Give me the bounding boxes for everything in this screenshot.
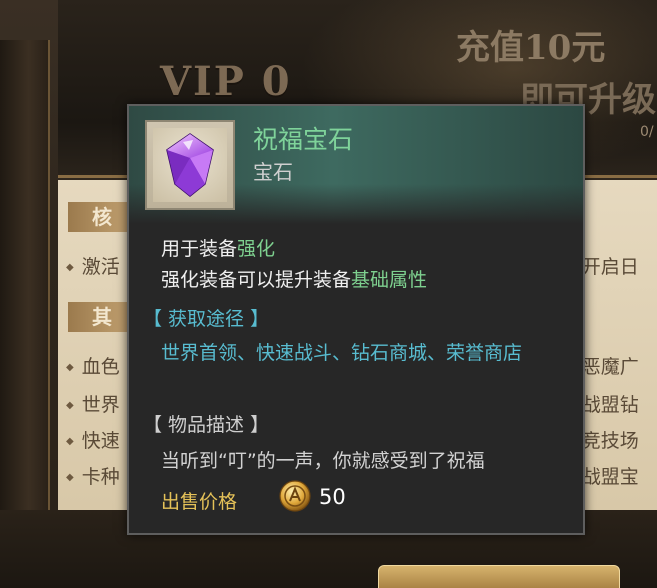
bottom-action-button[interactable] (378, 565, 620, 588)
effect-line: 强化装备可以提升装备基础属性 (161, 265, 427, 292)
privilege-row-left: 卡种 (66, 462, 120, 489)
acquire-sources: 世界首领、快速战斗、钻石商城、荣誉商店 (161, 342, 523, 364)
usage-highlight: 强化 (237, 238, 276, 260)
description-title: 【 物品描述 】 (143, 414, 270, 436)
item-tooltip: 祝福宝石 宝石 用于装备强化 强化装备可以提升装备基础属性 【 获取途径 】 世… (127, 104, 585, 535)
vip-progress-text: 0/ (640, 124, 654, 140)
privilege-row-left: 快速 (66, 426, 120, 453)
privilege-row-left: 激活 (66, 252, 120, 279)
sell-price-label: 出售价格 (161, 491, 238, 513)
gold-coin-icon (279, 480, 311, 512)
purple-gem-icon (166, 133, 214, 197)
acquire-title: 【 获取途径 】 (143, 308, 270, 330)
item-icon-frame (145, 120, 235, 210)
effect-text: 强化装备可以提升装备 (161, 269, 352, 291)
privilege-row-left: 血色 (66, 352, 120, 379)
sell-price-value: 50 (319, 485, 346, 509)
recharge-text: 充值10元 (456, 28, 606, 68)
usage-line: 用于装备强化 (161, 234, 275, 261)
vip-level-label: VIP 0 (160, 58, 292, 105)
item-type: 宝石 (253, 160, 293, 184)
item-name: 祝福宝石 (253, 125, 354, 154)
effect-highlight: 基础属性 (351, 269, 428, 291)
usage-text: 用于装备 (161, 238, 238, 260)
left-side-panel (0, 40, 50, 510)
description-text: 当听到“叮”的一声，你就感受到了祝福 (161, 450, 485, 472)
privilege-row-left: 世界 (66, 390, 120, 417)
